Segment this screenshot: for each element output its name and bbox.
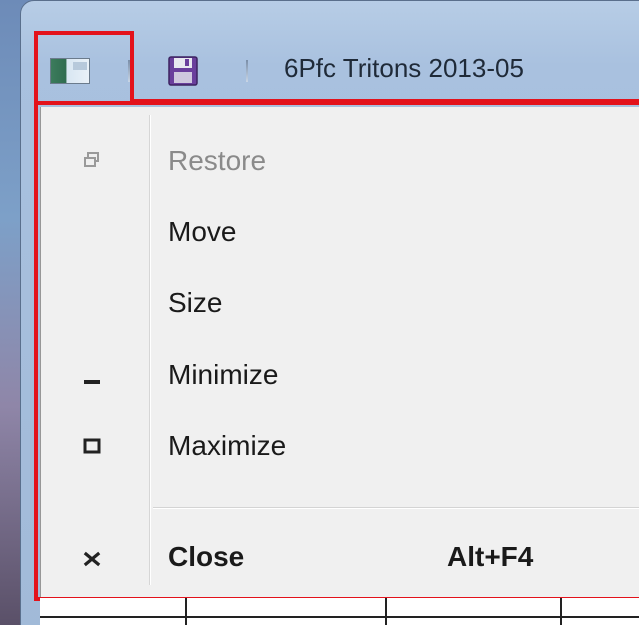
grid-line	[385, 598, 387, 625]
highlight-outline-menu	[34, 101, 639, 601]
toolbar-separator	[246, 60, 248, 82]
grid-line	[40, 616, 639, 618]
screen: 6Pfc Tritons 2013-05 Restore Move Size M…	[0, 0, 639, 625]
background-grid	[40, 598, 639, 625]
grid-line	[560, 598, 562, 625]
floppy-disk-icon[interactable]	[168, 56, 198, 86]
highlight-outline-icon	[34, 31, 134, 103]
window-title: 6Pfc Tritons 2013-05	[284, 53, 524, 83]
grid-line	[185, 598, 187, 625]
